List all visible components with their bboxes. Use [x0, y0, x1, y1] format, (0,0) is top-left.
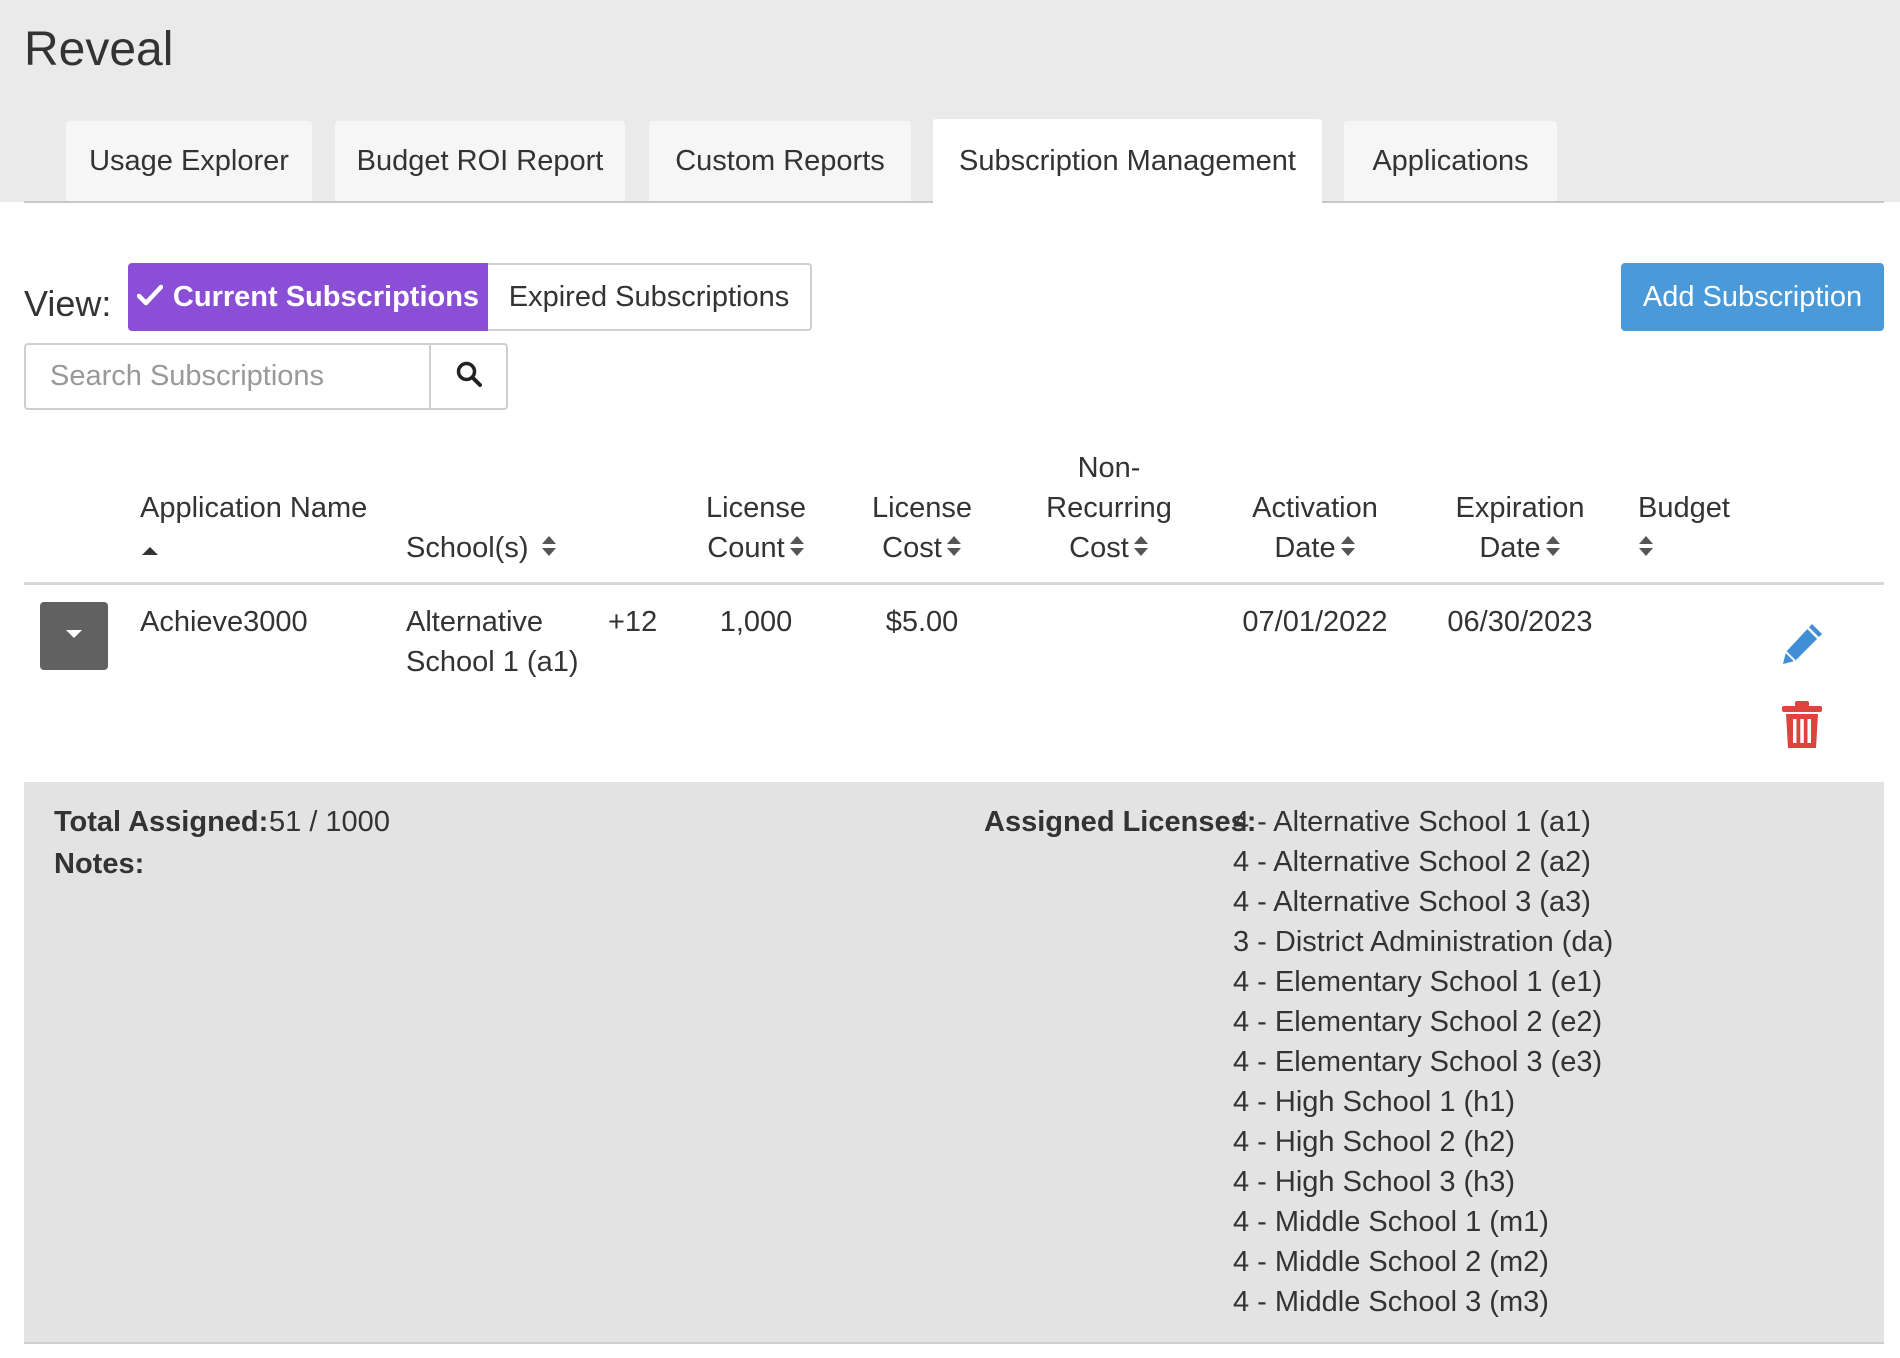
header-application-name-label: Application Name — [140, 492, 368, 524]
header-license-cost-line1: License — [872, 492, 972, 524]
search-button[interactable] — [429, 343, 508, 410]
header-license-count-line2: Count — [707, 532, 785, 564]
list-item: 4 - High School 3 (h3) — [1233, 1166, 1516, 1198]
header-budget-label: Budget — [1638, 492, 1730, 524]
search-icon — [455, 360, 483, 393]
header-activation-line1: Activation — [1252, 492, 1378, 524]
delete-button[interactable] — [1780, 700, 1824, 755]
sort-icon — [789, 529, 805, 569]
header-license-cost[interactable]: License Cost — [866, 488, 978, 569]
cell-schools-line2: School 1 (a1) — [406, 646, 579, 678]
cell-expiration-date: 06/30/2023 — [1447, 606, 1593, 638]
expand-row-button[interactable] — [40, 602, 108, 670]
header-non-recurring-line3: Cost — [1069, 532, 1129, 564]
header-expiration-line1: Expiration — [1455, 492, 1585, 524]
header-non-recurring-line2: Recurring — [1046, 492, 1172, 524]
notes-label: Notes: — [54, 848, 145, 880]
list-item: 4 - Alternative School 3 (a3) — [1233, 886, 1591, 918]
header-budget[interactable]: Budget — [1638, 488, 1730, 569]
app-header: Reveal Usage Explorer Budget ROI Report … — [0, 0, 1900, 203]
cell-license-count: 1,000 — [719, 606, 793, 638]
sort-icon — [1545, 529, 1561, 569]
total-assigned-label: Total Assigned: — [54, 806, 269, 838]
view-label: View: — [24, 283, 112, 324]
header-schools-label: School(s) — [406, 532, 529, 564]
header-activation-line2: Date — [1274, 532, 1336, 564]
header-non-recurring-cost[interactable]: Non- Recurring Cost — [1040, 448, 1178, 569]
list-item: 4 - High School 1 (h1) — [1233, 1086, 1516, 1118]
app-title: Reveal — [24, 23, 174, 76]
add-subscription-button[interactable]: Add Subscription — [1621, 263, 1884, 331]
cell-application-name: Achieve3000 — [140, 606, 308, 638]
total-assigned-value: 51 / 1000 — [269, 806, 390, 838]
table-header-divider — [24, 582, 1884, 585]
current-subscriptions-label: Current Subscriptions — [172, 280, 480, 313]
list-item: 4 - Alternative School 1 (a1) — [1233, 806, 1591, 838]
cell-activation-date: 07/01/2022 — [1242, 606, 1388, 638]
header-schools[interactable]: School(s) — [406, 528, 557, 569]
cell-license-cost: $5.00 — [885, 606, 959, 638]
header-license-count-line1: License — [706, 492, 806, 524]
caret-down-icon — [65, 627, 83, 645]
tab-usage-explorer[interactable]: Usage Explorer — [66, 121, 312, 202]
header-activation-date[interactable]: Activation Date — [1243, 488, 1387, 569]
list-item: 3 - District Administration (da) — [1233, 926, 1614, 958]
list-item: 4 - Alternative School 2 (a2) — [1233, 846, 1591, 878]
list-item: 4 - Middle School 2 (m2) — [1233, 1246, 1549, 1278]
sort-icon — [946, 529, 962, 569]
check-icon — [136, 281, 164, 313]
trash-icon — [1780, 701, 1824, 754]
header-license-cost-line2: Cost — [882, 532, 942, 564]
tab-custom-reports[interactable]: Custom Reports — [649, 121, 911, 202]
tab-subscription-management[interactable]: Subscription Management — [933, 119, 1322, 203]
header-application-name[interactable]: Application Name — [140, 488, 368, 555]
cell-schools-line1: Alternative — [406, 606, 544, 638]
sort-icon — [1340, 529, 1356, 569]
list-item: 4 - Middle School 3 (m3) — [1233, 1286, 1549, 1318]
header-license-count[interactable]: License Count — [700, 488, 812, 569]
list-item: 4 - Elementary School 1 (e1) — [1233, 966, 1603, 998]
cell-schools: Alternative School 1 (a1) — [406, 602, 579, 682]
header-non-recurring-line1: Non- — [1077, 452, 1141, 484]
list-item: 4 - Elementary School 2 (e2) — [1233, 1006, 1603, 1038]
sort-icon — [1133, 529, 1149, 569]
edit-button[interactable] — [1778, 618, 1828, 673]
assigned-licenses-label: Assigned Licenses: — [984, 806, 1257, 838]
assigned-licenses-list: 4 - Alternative School 1 (a1) 4 - Altern… — [1233, 802, 1613, 1322]
list-item: 4 - Middle School 1 (m1) — [1233, 1206, 1549, 1238]
current-subscriptions-button[interactable]: Current Subscriptions — [128, 263, 488, 331]
tabs-divider — [1322, 201, 1884, 203]
header-expiration-date[interactable]: Expiration Date — [1448, 488, 1592, 569]
expired-subscriptions-button[interactable]: Expired Subscriptions — [488, 263, 812, 331]
cell-schools-more[interactable]: +12 — [608, 602, 657, 642]
sort-asc-icon — [140, 528, 367, 555]
sort-icon — [1638, 529, 1654, 569]
list-item: 4 - High School 2 (h2) — [1233, 1126, 1516, 1158]
header-expiration-line2: Date — [1479, 532, 1541, 564]
search-input[interactable] — [24, 343, 431, 410]
tab-budget-roi-report[interactable]: Budget ROI Report — [335, 121, 625, 202]
list-item: 4 - Elementary School 3 (e3) — [1233, 1046, 1603, 1078]
pencil-icon — [1778, 624, 1828, 672]
tab-applications[interactable]: Applications — [1344, 121, 1557, 202]
sort-icon — [541, 529, 557, 569]
tabs-divider — [24, 201, 933, 203]
